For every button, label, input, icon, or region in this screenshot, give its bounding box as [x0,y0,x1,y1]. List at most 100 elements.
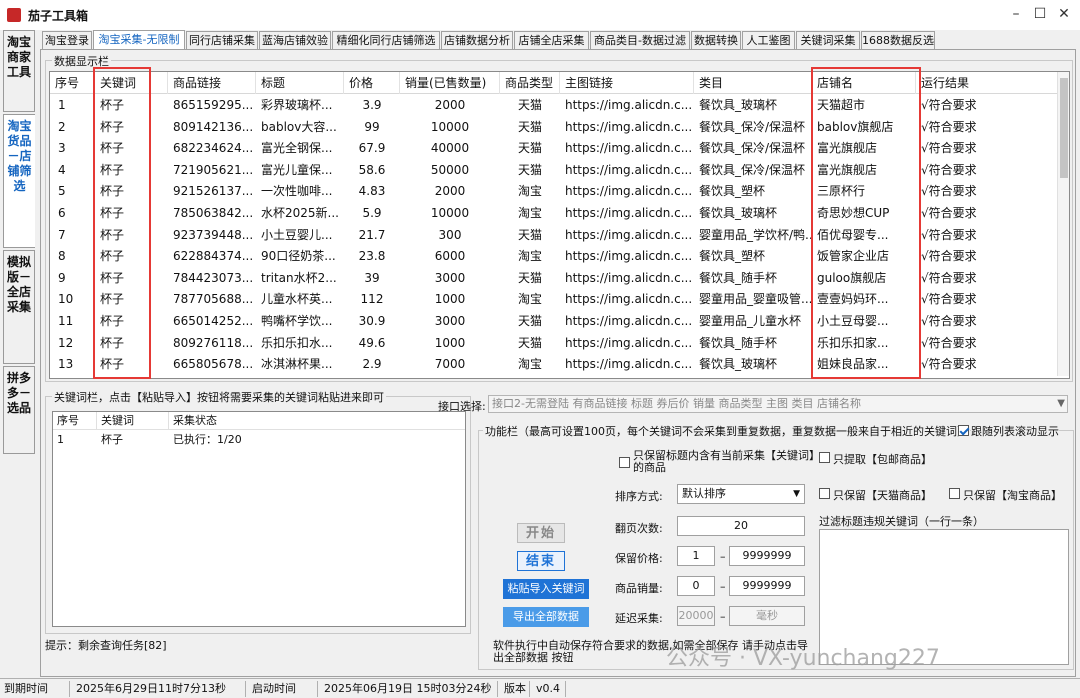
cell-link: 785063842... [173,206,254,220]
keep-taobao-checkbox[interactable] [949,488,960,499]
col-header-price[interactable]: 价格 [344,72,400,94]
keyword-column-highlight [93,67,151,379]
tab-taobao-collect[interactable]: 淘宝采集-无限制 [93,30,185,51]
tab-1688-reverse[interactable]: 1688数据反选 [861,31,935,50]
price-max-input[interactable]: 9999999 [729,546,805,566]
tab-data-convert[interactable]: 数据转换 [691,31,741,50]
cell-price: 39 [364,270,380,285]
expire-value: 2025年6月29日11时7分13秒 [72,681,246,697]
minimize-button[interactable]: – [1005,4,1027,24]
kw-col-index[interactable]: 序号 [53,412,97,430]
cell-sales: 3000 [434,270,466,285]
price-label: 保留价格: [615,552,663,565]
tab-keyword-collect[interactable]: 关键词采集 [796,31,860,50]
cell-index: 9 [58,270,66,285]
side-tab-shop-filter[interactable]: 淘宝货品－店铺筛选 [3,114,35,248]
tab-store-analysis[interactable]: 店铺数据分析 [441,31,513,50]
col-header-index[interactable]: 序号 [50,72,95,94]
sort-value: 默认排序 [682,487,726,500]
paste-import-button[interactable]: 粘贴导入关键词 [503,579,589,599]
tab-fine-peer[interactable]: 精细化同行店铺筛选 [332,31,440,50]
price-min-input[interactable]: 1 [677,546,715,566]
cell-result: √符合要求 [921,249,977,264]
side-tab-rail: 淘宝商家工具 淘宝货品－店铺筛选 模拟版－全店采集 拼多多－选品 [0,30,36,678]
app-title: 茄子工具箱 [28,9,89,23]
tab-content: 数据显示栏 序号 关键词 商品链接 标题 价格 销量(已售数量) 商品类型 主图… [40,49,1076,677]
keyword-table[interactable]: 序号 关键词 采集状态 1 杯子 已执行：1/20 [52,411,466,627]
col-header-category[interactable]: 类目 [694,72,812,94]
sales-max-input[interactable]: 9999999 [729,576,805,596]
cell-sales: 7000 [434,357,466,372]
sort-select[interactable]: 默认排序 ▼ [677,484,805,504]
delay-dash: – [720,610,726,623]
kw-col-status[interactable]: 采集状态 [169,412,465,430]
follow-scroll-checkbox[interactable] [958,425,969,436]
cell-image: https://img.alicdn.c... [565,335,693,350]
cell-image: https://img.alicdn.c... [565,227,693,242]
cell-title: 小土豆婴儿... [261,227,333,242]
start-button[interactable]: 开始 [517,523,565,543]
cell-image: https://img.alicdn.c... [565,249,693,264]
cell-image: https://img.alicdn.c... [565,141,693,156]
start-time-label: 启动时间 [248,681,318,697]
free-shipping-label: 只提取【包邮商品】 [833,453,932,466]
cell-link: 921526137... [173,184,254,199]
side-tab-seller-tools[interactable]: 淘宝商家工具 [3,30,35,112]
keep-title-kw-checkbox[interactable] [619,457,630,468]
cell-result: √符合要求 [921,270,977,285]
tab-taobao-login[interactable]: 淘宝登录 [42,31,92,50]
cell-category: 婴童用品_学饮杯/鸭... [699,227,812,242]
cell-sales: 10000 [430,206,470,220]
side-tab-full-store[interactable]: 模拟版－全店采集 [3,250,35,364]
results-scroll-thumb[interactable] [1060,78,1068,178]
col-header-title[interactable]: 标题 [256,72,344,94]
cell-title: 乐扣乐扣水... [261,335,333,350]
app-window: 茄子工具箱 – ☐ ✕ 淘宝商家工具 淘宝货品－店铺筛选 模拟版－全店采集 拼多… [0,0,1080,698]
function-panel: 功能栏（最高可设置100页，每个关键词不会采集到重复数据，重复数据一般来自于相近… [478,423,1074,670]
shop-column-highlight [811,67,921,379]
cell-result: √符合要求 [921,314,977,328]
tab-manual-image[interactable]: 人工鉴图 [742,31,795,50]
col-header-sales[interactable]: 销量(已售数量) [400,72,500,94]
pages-input[interactable]: 20 [677,516,805,536]
end-button[interactable]: 结束 [517,551,565,571]
tab-peer-store[interactable]: 同行店铺采集 [186,31,258,50]
cell-title: tritan水杯2... [261,270,337,285]
tab-store-collect[interactable]: 店铺全店采集 [514,31,589,50]
interface-select[interactable]: 接口2-无需登陆 有商品链接 标题 券后价 销量 商品类型 主图 类目 店铺名称… [488,395,1068,413]
cell-type: 淘宝 [517,184,542,199]
cell-sales: 3000 [434,314,466,328]
close-button[interactable]: ✕ [1053,4,1075,24]
export-all-button[interactable]: 导出全部数据 [503,607,589,627]
cell-result: √符合要求 [921,206,977,220]
col-header-type[interactable]: 商品类型 [500,72,560,94]
expire-label: 到期时间 [0,681,70,697]
cell-link: 721905621... [173,162,254,177]
cell-link: 809276118... [173,335,254,350]
cell-sales: 10000 [430,119,470,134]
cell-type: 淘宝 [517,292,542,307]
sales-min-input[interactable]: 0 [677,576,715,596]
filter-label: 过滤标题违规关键词（一行一条） [819,515,984,528]
cell-price: 5.9 [362,206,382,220]
cell-index: 13 [58,357,74,372]
col-header-result[interactable]: 运行结果 [916,72,1060,94]
delay-input[interactable]: 20000 [677,606,715,626]
free-shipping-checkbox[interactable] [819,452,830,463]
tab-category-filter[interactable]: 商品类目-数据过滤 [590,31,690,50]
col-header-link[interactable]: 商品链接 [168,72,256,94]
cell-type: 淘宝 [517,357,542,372]
side-tab-pinduoduo[interactable]: 拼多多－选品 [3,366,35,454]
kw-col-keyword[interactable]: 关键词 [97,412,169,430]
top-tab-strip: 淘宝登录 淘宝采集-无限制 同行店铺采集 蓝海店铺效验 精细化同行店铺筛选 店铺… [40,30,1080,51]
keep-tmall-checkbox[interactable] [819,488,830,499]
col-header-image[interactable]: 主图链接 [560,72,694,94]
results-vertical-scrollbar[interactable] [1057,72,1069,376]
tab-blue-ocean[interactable]: 蓝海店铺效验 [259,31,331,50]
maximize-button[interactable]: ☐ [1029,4,1051,24]
keyword-panel-title: 关键词栏，点击【粘贴导入】按钮将需要采集的关键词粘贴进来即可 [52,389,386,405]
cell-sales: 6000 [434,249,466,264]
keep-title-kw-label: 只保留标题内含有当前采集【关键词】的商品 [633,449,820,474]
cell-result: √符合要求 [921,227,977,242]
cell-title: 一次性咖啡... [261,184,333,199]
